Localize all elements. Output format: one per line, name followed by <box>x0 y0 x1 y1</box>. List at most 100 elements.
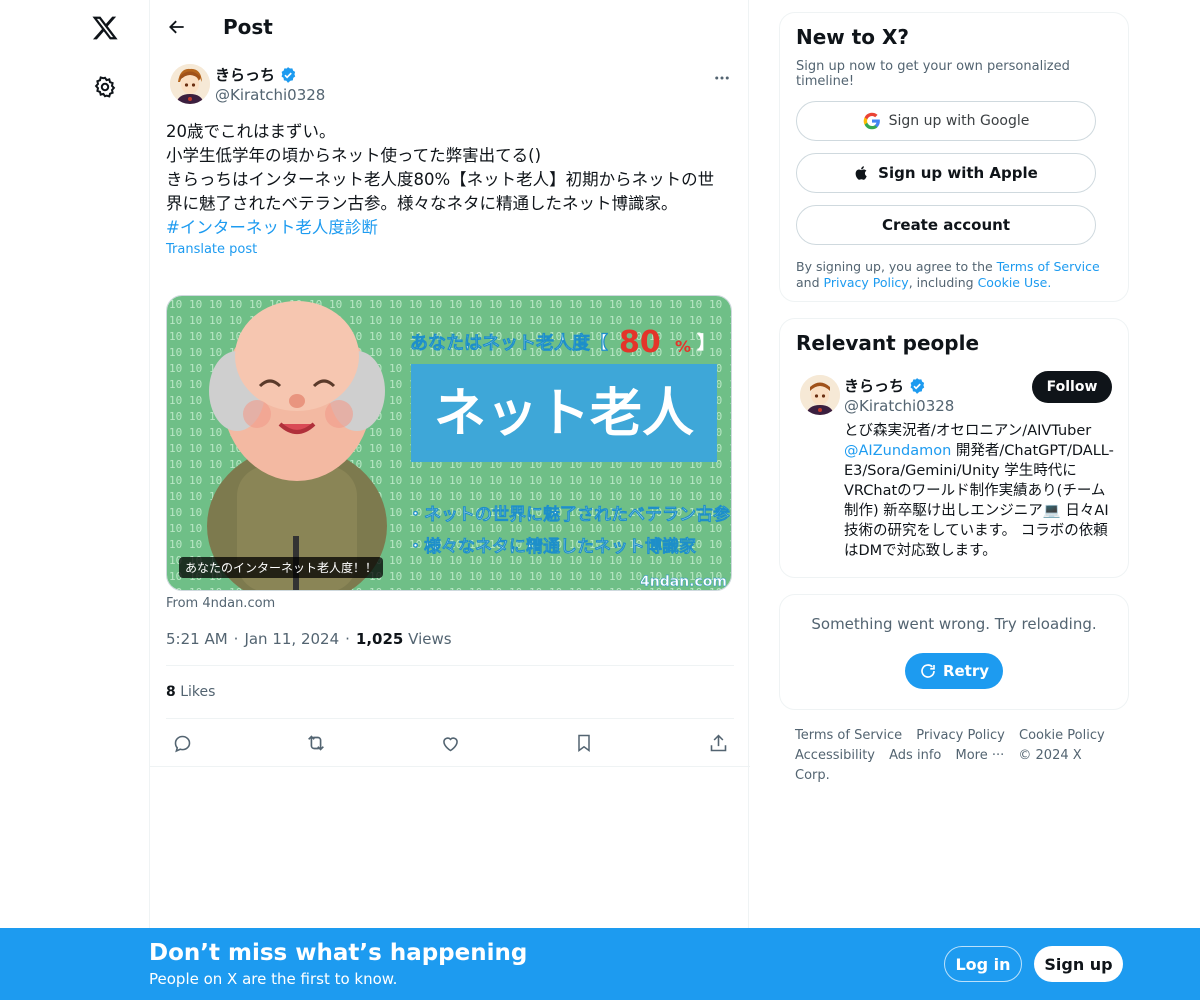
media-heading: あなたはネット老人度【 <box>410 332 608 354</box>
banner-subtitle: People on X are the first to know. <box>149 970 398 988</box>
divider <box>166 665 734 666</box>
left-nav <box>0 0 150 1000</box>
footer-links: Terms of Service Privacy Policy Cookie P… <box>779 726 1129 786</box>
signup-banner: Don’t miss what’s happening People on X … <box>0 928 1200 1000</box>
retry-button[interactable]: Retry <box>905 653 1003 689</box>
post-author: きらっち @Kiratchi0328 <box>150 64 748 116</box>
footer-link[interactable]: Ads info <box>889 748 941 763</box>
views: 1,025 Views <box>356 630 452 648</box>
error-message: Something went wrong. Try reloading. <box>811 615 1097 633</box>
more-options-icon[interactable] <box>710 66 734 90</box>
person-name-text: きらっち <box>844 377 905 395</box>
privacy-link[interactable]: Privacy Policy <box>824 275 909 290</box>
hashtag-link[interactable]: #インターネット老人度診断 <box>166 216 730 240</box>
right-sidebar: New to X? Sign up now to get your own pe… <box>779 12 1129 786</box>
author-name-text: きらっち <box>215 66 276 84</box>
page-title: Post <box>223 15 273 39</box>
post-text-line: 小学生低学年の頃からネット使ってた弊害出てる() <box>166 146 542 165</box>
post-time[interactable]: 5:21 AM <box>166 630 228 648</box>
sign-up-google-button[interactable]: Sign up with Google <box>796 101 1096 141</box>
topbar: Post <box>150 0 748 54</box>
legal-text: By signing up, you agree to the Terms of… <box>796 259 1112 291</box>
arrow-left-icon[interactable] <box>166 16 188 38</box>
views-count: 1,025 <box>355 630 404 648</box>
post-date[interactable]: Jan 11, 2024 <box>244 630 339 648</box>
divider <box>166 718 734 719</box>
card-title: Relevant people <box>796 331 980 355</box>
avatar[interactable] <box>170 64 210 104</box>
cookie-link[interactable]: Cookie Use. <box>978 275 1052 290</box>
post-column: Post きらっち @Kiratchi0328 20歳でこれはまずい。 小学生低… <box>149 0 750 1000</box>
apple-icon <box>855 166 867 180</box>
media-bullet-1: ・ネットの世界に魅了されたベテラン古参 <box>407 504 730 525</box>
new-to-x-card: New to X? Sign up now to get your own pe… <box>779 12 1129 302</box>
likes-count: 8 <box>166 684 176 700</box>
sign-up-apple-label: Sign up with Apple <box>878 164 1038 182</box>
media-caption: あなたのインターネット老人度！！ <box>179 557 384 578</box>
media-heading-close: 】 <box>697 333 715 354</box>
legal-including: , including <box>908 275 978 290</box>
retry-label: Retry <box>942 662 990 680</box>
gear-icon[interactable] <box>85 67 125 107</box>
sign-up-button[interactable]: Sign up <box>1034 946 1123 982</box>
post-media-card[interactable]: 10 あなたはネット老人度【 80 % 】 ネット老人 ・ <box>166 295 732 591</box>
banner-title: Don’t miss what’s happening <box>149 940 528 966</box>
card-subtitle: Sign up now to get your own personalized… <box>796 59 1070 89</box>
views-label: Views <box>408 630 452 648</box>
footer-more-link[interactable]: More ··· <box>955 748 1004 763</box>
media-source[interactable]: From 4ndan.com <box>166 596 275 611</box>
refresh-icon <box>921 664 935 678</box>
likes-count-link[interactable]: 8 Likes <box>166 684 215 700</box>
footer-link[interactable]: Terms of Service <box>795 728 902 743</box>
post-text: 20歳でこれはまずい。 小学生低学年の頃からネット使ってた弊害出てる() きらっ… <box>150 116 748 240</box>
meta-separator: · <box>233 630 239 648</box>
author-name[interactable]: きらっち <box>215 64 297 85</box>
footer-link[interactable]: Privacy Policy <box>916 728 1005 743</box>
like-icon[interactable] <box>438 727 462 759</box>
legal-and: and <box>796 275 820 290</box>
bio-text: とび森実況者/オセロニアン/AIVTuber <box>844 423 1092 439</box>
footer-link[interactable]: Cookie Policy <box>1019 728 1105 743</box>
likes-label: Likes <box>180 684 216 700</box>
bookmark-icon[interactable] <box>572 727 596 759</box>
post-text-line: きらっちはインターネット老人度80%【ネット老人】初期からネットの世 <box>166 170 715 189</box>
verified-badge-icon <box>910 377 925 394</box>
google-icon <box>863 112 880 130</box>
bio-mention-link[interactable]: @AIZundamon <box>844 443 951 459</box>
footer-link[interactable]: Accessibility <box>795 748 875 763</box>
media-bullet-2: ・様々なネタに精通したネット博識家 <box>407 536 696 557</box>
error-card: Something went wrong. Try reloading. Ret… <box>779 594 1129 710</box>
media-image: 10 あなたはネット老人度【 80 % 】 ネット老人 ・ <box>167 296 731 590</box>
meta-separator: · <box>345 630 350 648</box>
person-handle[interactable]: @Kiratchi0328 <box>844 397 954 415</box>
log-in-button[interactable]: Log in <box>944 946 1022 982</box>
follow-button[interactable]: Follow <box>1032 371 1112 403</box>
post-text-line: 20歳でこれはまずい。 <box>166 122 336 141</box>
card-title: New to X? <box>796 25 910 49</box>
sign-up-apple-button[interactable]: Sign up with Apple <box>796 153 1096 193</box>
verified-badge-icon <box>281 66 296 83</box>
person-name[interactable]: きらっち <box>844 375 926 396</box>
author-handle[interactable]: @Kiratchi0328 <box>215 86 325 104</box>
post-text-line: 界に魅了されたベテラン古参。様々なネタに精通したネット博識家。 <box>166 194 678 213</box>
relevant-people-card: Relevant people きらっち @Kiratchi0328 Follo… <box>779 318 1129 578</box>
reply-icon[interactable] <box>170 727 194 759</box>
relevant-person[interactable]: きらっち @Kiratchi0328 Follow とび森実況者/オセロニアン/… <box>796 367 1114 563</box>
avatar[interactable] <box>800 375 840 415</box>
translate-post-link[interactable]: Translate post <box>150 242 748 257</box>
share-icon[interactable] <box>706 727 730 759</box>
create-account-button[interactable]: Create account <box>796 205 1096 245</box>
repost-icon[interactable] <box>304 727 328 759</box>
divider <box>150 766 750 767</box>
post-meta: 5:21 AM · Jan 11, 2024 · 1,025 Views <box>166 630 452 648</box>
media-percent-sign: % <box>675 337 691 356</box>
legal-prefix: By signing up, you agree to the <box>796 259 997 274</box>
bio-text: 開発者/ChatGPT/DALL-E3/Sora/Gemini/Unity 学生… <box>844 443 1114 559</box>
terms-link[interactable]: Terms of Service <box>997 259 1100 274</box>
media-title: ネット老人 <box>434 384 694 444</box>
media-watermark: 4ndan.com <box>640 574 727 590</box>
x-logo-icon[interactable] <box>85 8 125 48</box>
post-actions <box>166 727 734 759</box>
sign-up-google-label: Sign up with Google <box>888 113 1030 129</box>
media-percent: 80 <box>619 325 661 360</box>
